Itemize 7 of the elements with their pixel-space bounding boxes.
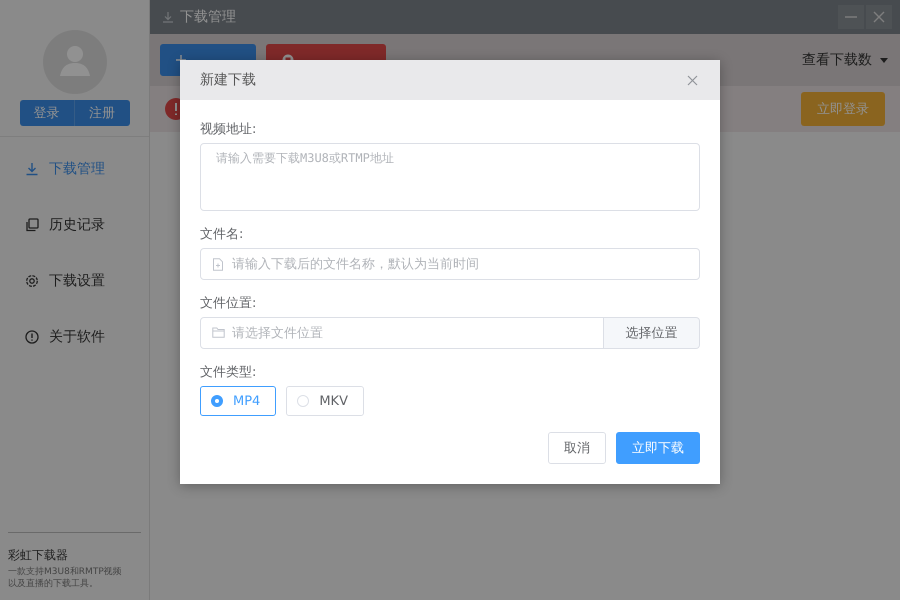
dialog-title: 新建下载 [200,71,256,89]
field-label: 文件名: [200,226,244,243]
field-label: 视频地址: [200,121,258,138]
field-label: 文件类型: [200,364,258,381]
field-label: 文件位置: [200,295,258,312]
window-title: 下载管理 [180,8,236,26]
app-name: 彩虹下载器 [8,547,69,564]
